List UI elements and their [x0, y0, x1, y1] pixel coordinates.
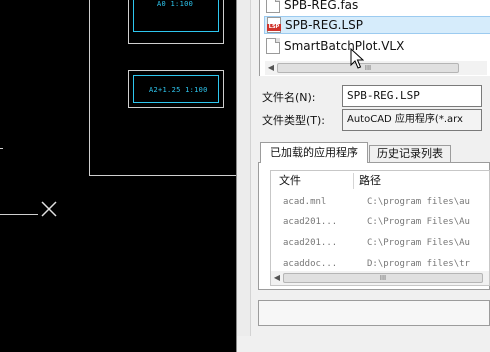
drawing-frame-line [89, 175, 236, 176]
scrollbar-thumb[interactable]: III [277, 63, 459, 73]
lsp-file-icon: LSP [267, 17, 281, 33]
row-path: D:\program files\tr [367, 259, 470, 269]
dialog-left-edge [237, 0, 251, 352]
viewport-a0-label: A0 1:100 [157, 0, 194, 8]
row-file: acad.mnl [283, 197, 327, 207]
file-item-name: SPB-REG.LSP [285, 18, 363, 32]
tab-history-list[interactable]: 历史记录列表 [369, 145, 451, 163]
dialog-bottom-edge [237, 336, 490, 352]
file-item[interactable]: SPB-REG.fas [266, 0, 358, 14]
row-file: acaddoc... [283, 259, 338, 269]
loaded-applications-table[interactable]: 文件 路径 acad.mnl C:\program files\au acad2… [270, 170, 490, 286]
row-file: acad201... [283, 217, 338, 227]
filename-field[interactable]: SPB-REG.LSP [342, 85, 482, 107]
document-icon [266, 38, 280, 54]
table-row[interactable]: acad.mnl C:\program files\au [271, 193, 489, 213]
file-item-name: SmartBatchPlot.VLX [284, 39, 405, 53]
document-icon [266, 0, 280, 13]
crosshair-line [0, 214, 38, 215]
row-path: C:\Program Files\Au [367, 217, 470, 227]
file-item-name: SPB-REG.fas [284, 0, 359, 12]
row-path: C:\program files\au [367, 197, 470, 207]
column-header-file[interactable]: 文件 [279, 171, 301, 191]
row-file: acad201... [283, 238, 338, 248]
lsp-tag: LSP [267, 24, 281, 31]
file-item[interactable]: SmartBatchPlot.VLX [266, 37, 404, 55]
mouse-pointer-icon [350, 48, 364, 69]
filename-label: 文件名(N): [262, 91, 316, 104]
crosshair-cursor-icon [41, 201, 57, 217]
row-path: C:\Program Files\Au [367, 238, 470, 248]
column-divider[interactable] [353, 173, 354, 189]
drawing-frame-line [89, 0, 90, 176]
scroll-left-arrow-icon[interactable]: ◀ [265, 61, 277, 75]
file-list-horizontal-scrollbar[interactable]: ◀ III [265, 61, 487, 75]
scroll-left-arrow-icon[interactable]: ◀ [271, 271, 283, 285]
drawing-tick [0, 148, 3, 149]
table-row[interactable]: acad201... C:\Program Files\Au [271, 234, 489, 254]
column-header-path[interactable]: 路径 [359, 171, 381, 191]
filetype-label: 文件类型(T): [262, 114, 326, 127]
scrollbar-thumb[interactable]: III [283, 273, 483, 283]
tab-loaded-applications[interactable]: 已加载的应用程序 [260, 142, 368, 163]
viewport-a0[interactable]: A0 1:100 [128, 0, 224, 44]
filetype-dropdown[interactable]: AutoCAD 应用程序(*.arx [342, 109, 482, 131]
table-row[interactable]: acad201... C:\Program Files\Au [271, 213, 489, 233]
viewport-a2[interactable]: A2+1.25 1:100 [128, 70, 224, 108]
cad-canvas[interactable]: A0 1:100 A2+1.25 1:100 [0, 0, 236, 352]
table-horizontal-scrollbar[interactable]: ◀ III [271, 271, 489, 285]
file-item-selected[interactable]: LSP SPB-REG.LSP [264, 16, 490, 34]
viewport-a2-label: A2+1.25 1:100 [149, 86, 208, 94]
status-box [258, 300, 490, 326]
